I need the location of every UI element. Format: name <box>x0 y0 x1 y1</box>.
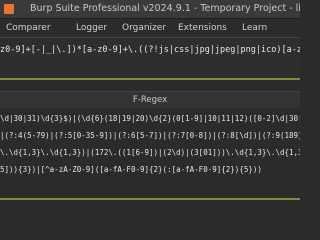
regex-line: \d|30|31)\d{3}$)|(\d{6}(18|19|20)\d{2}(0… <box>0 114 300 123</box>
burp-logo-icon <box>4 4 14 14</box>
regex-line: |(?:4(5-79)|(?:5[0-35-9])|(?:6[5-7])|(?:… <box>0 131 300 140</box>
menu-item-extensions[interactable]: Extensions <box>178 23 227 33</box>
regex-panel-header: F-Regex <box>0 91 300 109</box>
regex-line: \.\d{1,3}\.\d{1,3})|(172\.((1[6-9])|(2\d… <box>0 148 300 157</box>
regex-editor[interactable]: \d|30|31)\d{3}$)|(\d{6}(18|19|20)\d{2}(0… <box>0 108 300 198</box>
regex-line: 5])){3})|[^a-zA-Z0-9]([a-fA-F0-9]{2}(:[a… <box>0 165 262 174</box>
menu-item-organizer[interactable]: Organizer <box>122 23 166 33</box>
regex-panel-title: F-Regex <box>132 95 168 105</box>
menu-bar: Comparer Logger Organizer Extensions Lea… <box>0 19 300 38</box>
menu-item-comparer[interactable]: Comparer <box>6 23 51 33</box>
menu-item-logger[interactable]: Logger <box>76 23 107 33</box>
menu-item-learn[interactable]: Learn <box>242 23 267 33</box>
window-title: Burp Suite Professional v2024.9.1 - Temp… <box>30 3 300 14</box>
bottom-panel <box>0 200 300 240</box>
filter-regex-text[interactable]: z0-9]+[-|_|\.])*[a-z0-9]+\.((?!js|css|jp… <box>0 45 300 57</box>
title-bar: Burp Suite Professional v2024.9.1 - Temp… <box>0 0 300 19</box>
